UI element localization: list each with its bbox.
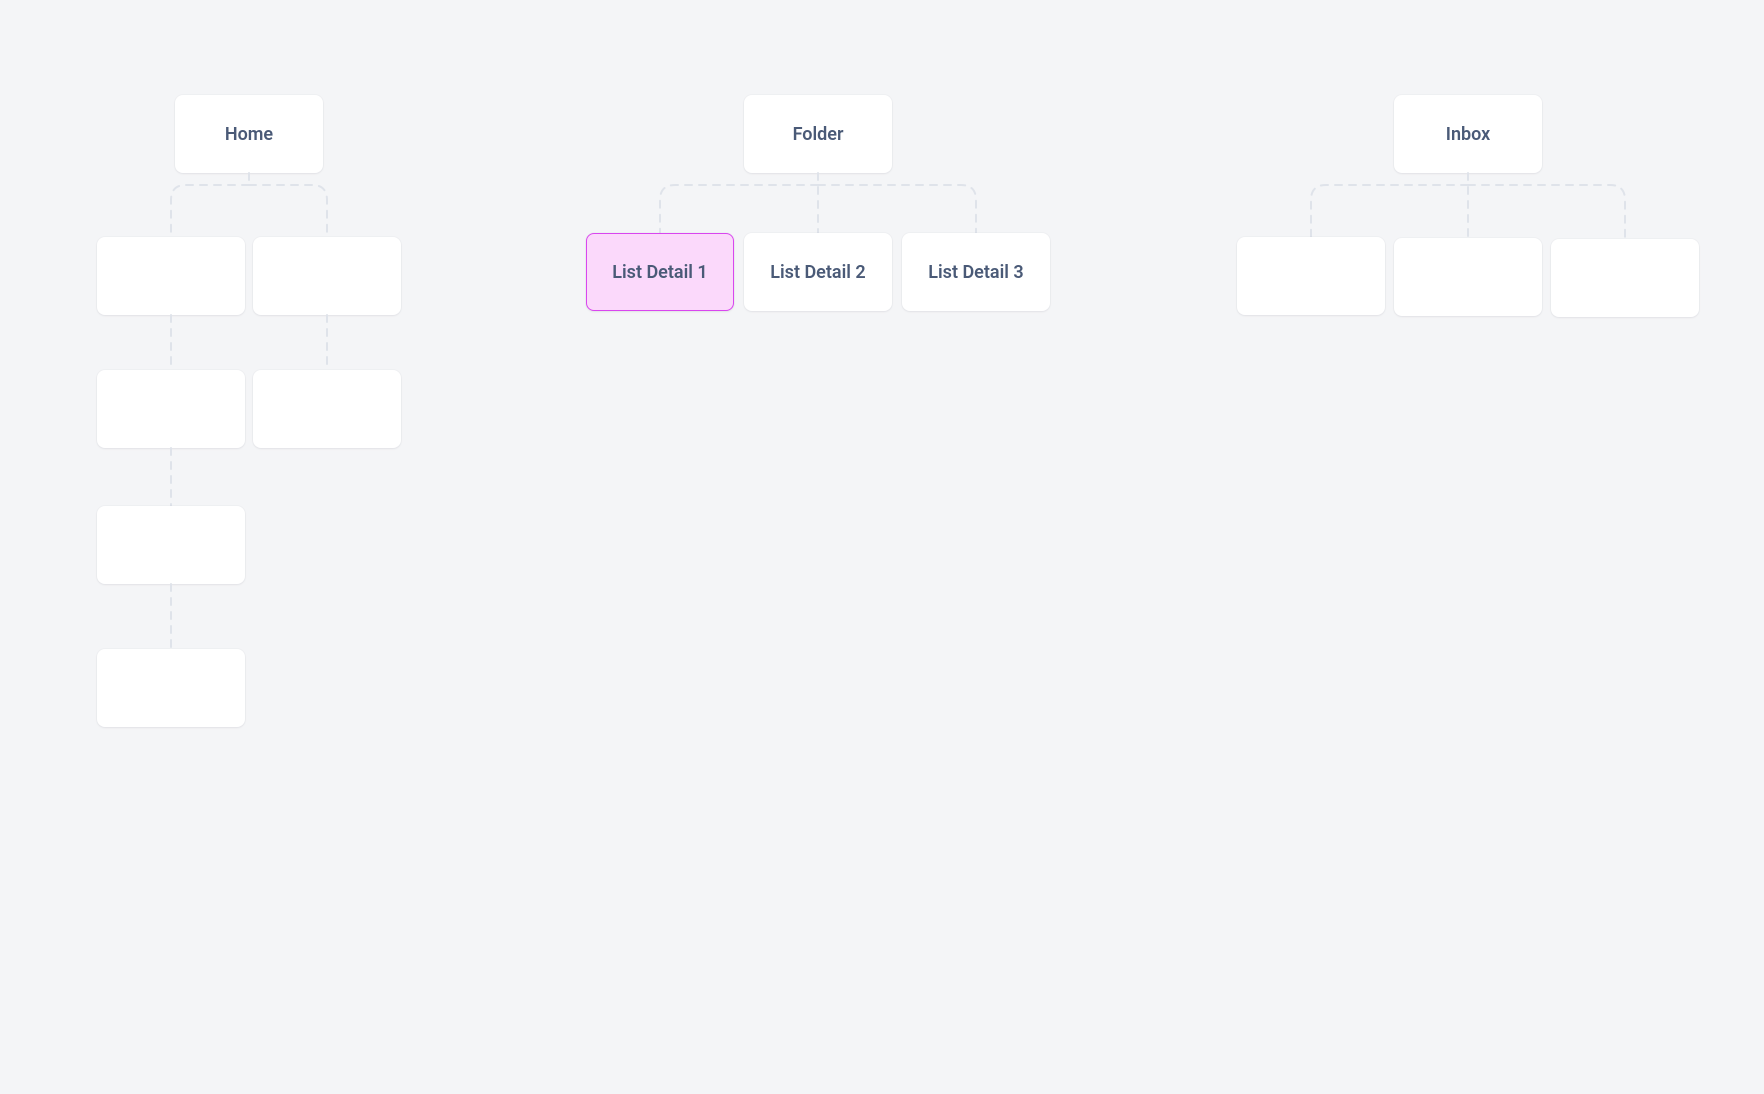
- node-label: Home: [225, 124, 273, 145]
- node-home[interactable]: Home: [175, 95, 323, 173]
- node-inbox-child-1[interactable]: [1237, 237, 1385, 315]
- node-label: Folder: [793, 124, 844, 145]
- node-label: Inbox: [1446, 124, 1490, 145]
- node-list-detail-1[interactable]: List Detail 1: [586, 233, 734, 311]
- node-label: List Detail 3: [928, 262, 1023, 283]
- node-inbox-child-2[interactable]: [1394, 238, 1542, 316]
- node-home-child-2[interactable]: [253, 237, 401, 315]
- node-home-child-1[interactable]: [97, 237, 245, 315]
- node-home-child-5[interactable]: [97, 506, 245, 584]
- node-inbox-child-3[interactable]: [1551, 239, 1699, 317]
- node-home-child-4[interactable]: [253, 370, 401, 448]
- node-list-detail-3[interactable]: List Detail 3: [902, 233, 1050, 311]
- node-home-child-6[interactable]: [97, 649, 245, 727]
- node-label: List Detail 1: [612, 262, 707, 283]
- node-home-child-3[interactable]: [97, 370, 245, 448]
- diagram-canvas: Home Folder: [0, 0, 1764, 1094]
- node-list-detail-2[interactable]: List Detail 2: [744, 233, 892, 311]
- node-label: List Detail 2: [770, 262, 865, 283]
- node-folder[interactable]: Folder: [744, 95, 892, 173]
- node-inbox[interactable]: Inbox: [1394, 95, 1542, 173]
